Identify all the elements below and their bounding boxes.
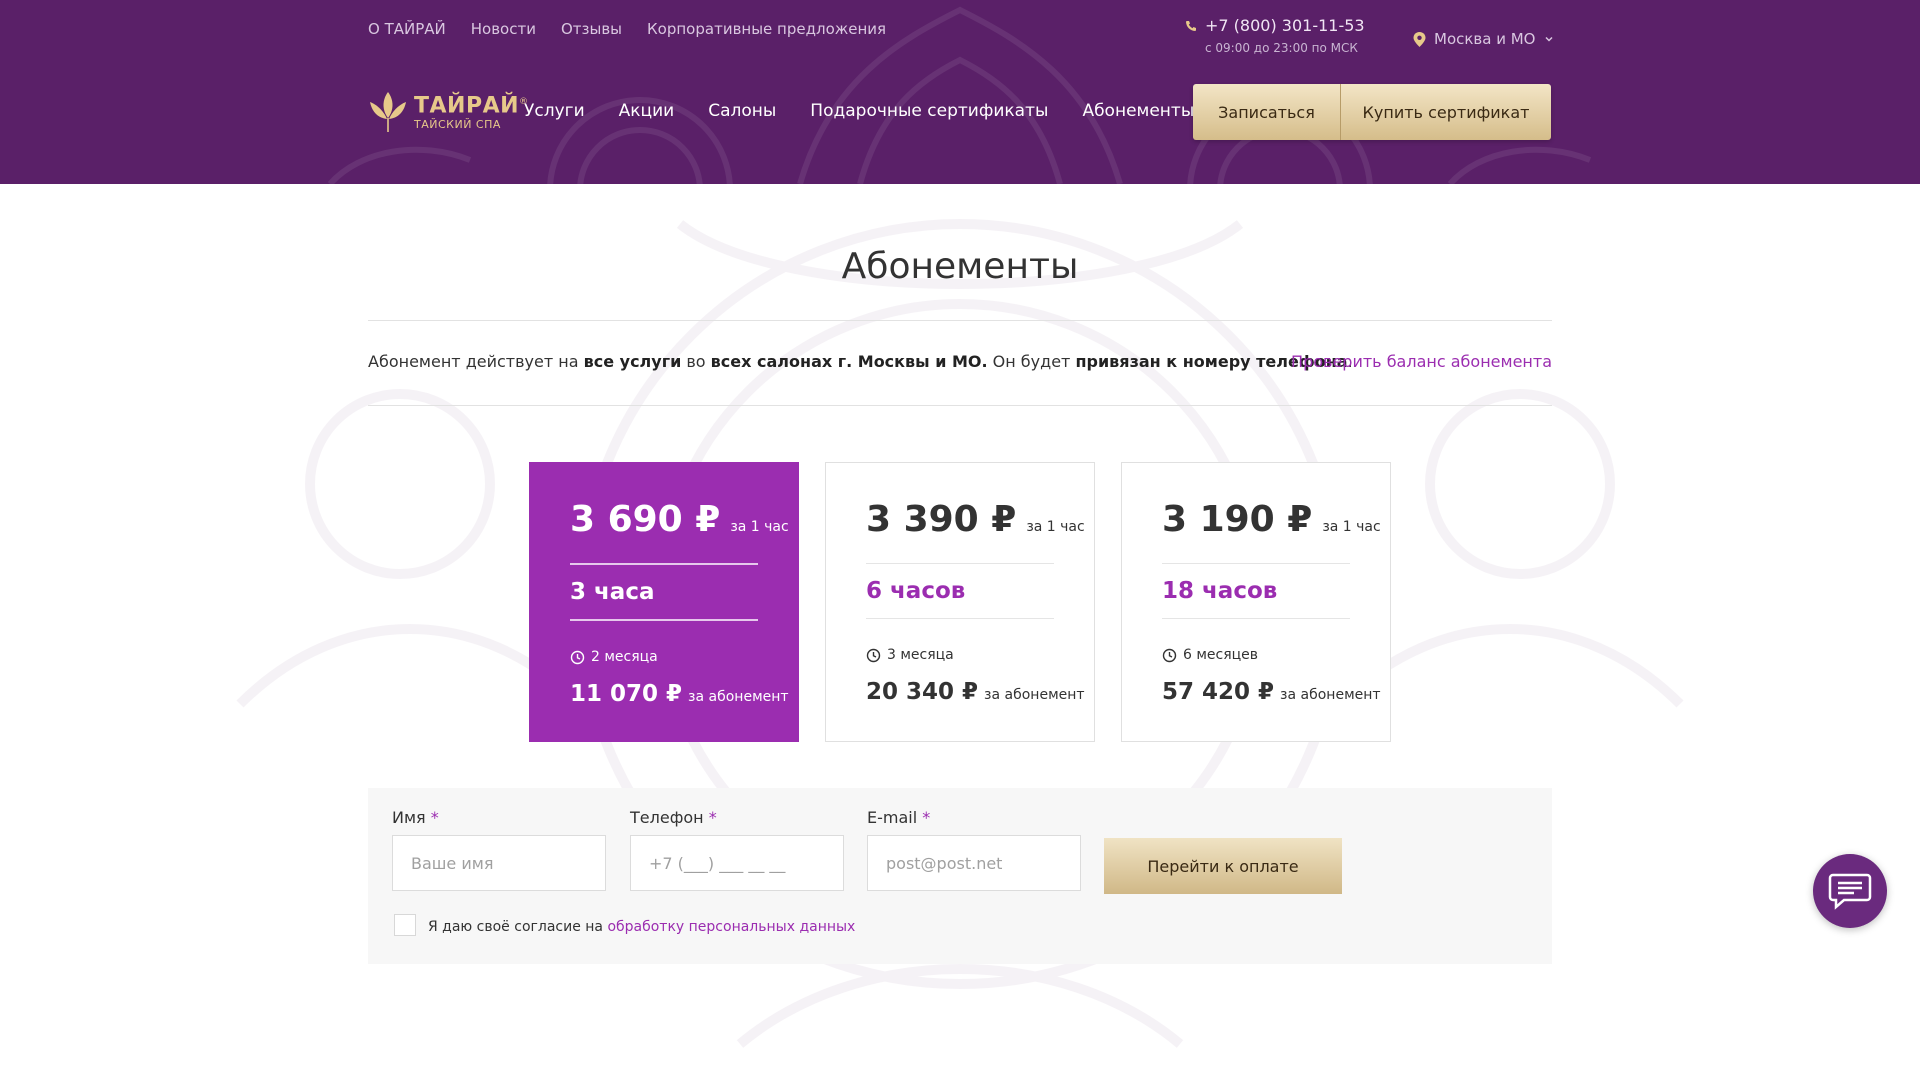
card-price-per: за 1 час [1026, 519, 1085, 535]
email-input[interactable] [867, 835, 1081, 891]
card-duration: 2 месяца [591, 649, 658, 665]
consent-text: Я даю своё согласие на [428, 918, 608, 935]
name-field-group: Имя * [392, 808, 606, 891]
required-mark: * [922, 808, 931, 827]
email-field-group: E-mail * [867, 808, 1081, 891]
divider-top [368, 320, 1552, 321]
phone-field-group: Телефон * [630, 808, 844, 891]
info-bold-salons: всех салонах г. Москвы и МО. [710, 352, 988, 371]
subscription-card-6h[interactable]: 3 390 ₽ за 1 час 6 часов 3 месяца 20 340 … [825, 462, 1095, 742]
site-header: О ТАЙРАЙ Новости Отзывы Корпоративные пр… [0, 0, 1920, 184]
required-mark: * [430, 808, 439, 827]
subscription-info: Абонемент действует на все услуги во все… [368, 352, 1353, 371]
working-hours: с 09:00 до 23:00 по МСК [1205, 41, 1358, 55]
card-divider [866, 618, 1054, 619]
card-divider [1162, 618, 1350, 619]
lotus-logo-icon [370, 92, 406, 132]
info-text-2: во [681, 352, 711, 371]
card-total-per: за абонемент [984, 687, 1085, 703]
clock-icon [570, 650, 585, 664]
logo-subtitle: ТАЙСКИЙ СПА [414, 117, 501, 131]
phone-number[interactable]: +7 (800) 301-11-53 [1205, 16, 1365, 35]
logo-title: ТАЙРАЙ® [414, 93, 529, 119]
name-input[interactable] [392, 835, 606, 891]
subscription-card-3h[interactable]: 3 690 ₽ за 1 час 3 часа 2 месяца 11 070 ₽… [529, 462, 799, 742]
card-price: 3 390 ₽ [866, 499, 1017, 540]
mainnav-services[interactable]: Услуги [524, 101, 585, 121]
card-duration: 6 месяцев [1183, 647, 1259, 663]
card-hours: 6 часов [866, 578, 966, 604]
card-divider [866, 563, 1054, 564]
mainnav-gift-certificates[interactable]: Подарочные сертификаты [810, 101, 1048, 121]
card-divider [570, 563, 758, 565]
card-duration: 3 месяца [887, 647, 954, 663]
card-price-per: за 1 час [730, 519, 789, 535]
chat-icon [1828, 873, 1872, 910]
info-bold-services: все услуги [583, 352, 682, 371]
buy-certificate-button[interactable]: Купить сертификат [1341, 84, 1551, 140]
mainnav-salons[interactable]: Салоны [708, 101, 776, 121]
card-total-per: за абонемент [1280, 687, 1381, 703]
card-divider [1162, 563, 1350, 564]
info-text-3: Он будет [987, 352, 1076, 371]
topnav-corporate[interactable]: Корпоративные предложения [647, 20, 886, 38]
check-balance-link[interactable]: Проверить баланс абонемента [1291, 352, 1552, 371]
consent-label: Я даю своё согласие на обработку персона… [428, 916, 855, 935]
phone-icon [1186, 20, 1196, 31]
main-nav: Услуги Акции Салоны Подарочные сертифика… [524, 101, 1194, 121]
header-cta-group: Записаться Купить сертификат [1193, 84, 1551, 140]
name-label: Имя * [392, 808, 439, 827]
email-label: E-mail * [867, 808, 931, 827]
phone-block: +7 (800) 301-11-53 с 09:00 до 23:00 по М… [1185, 16, 1365, 55]
consent-checkbox[interactable] [394, 914, 416, 936]
mainnav-subscriptions[interactable]: Абонементы [1082, 101, 1194, 121]
mainnav-promotions[interactable]: Акции [619, 101, 675, 121]
card-hours: 3 часа [570, 579, 655, 605]
info-text-1: Абонемент действует на [368, 352, 584, 371]
card-total: 20 340 ₽ [866, 679, 979, 705]
clock-icon [866, 648, 881, 662]
top-nav: О ТАЙРАЙ Новости Отзывы Корпоративные пр… [368, 20, 886, 38]
card-total: 57 420 ₽ [1162, 679, 1275, 705]
divider-bottom [368, 405, 1552, 406]
subscription-card-18h[interactable]: 3 190 ₽ за 1 час 18 часов 6 месяцев 57 42… [1121, 462, 1391, 742]
region-selector[interactable]: Москва и МО [1413, 30, 1554, 48]
chat-button[interactable] [1813, 854, 1887, 928]
subscription-cards: 3 690 ₽ за 1 час 3 часа 2 месяца 11 070 ₽… [529, 462, 1391, 742]
phone-input[interactable] [630, 835, 844, 891]
card-divider [570, 619, 758, 621]
consent-row: Я даю своё согласие на обработку персона… [394, 914, 855, 936]
clock-icon [1162, 648, 1177, 662]
region-label: Москва и МО [1434, 30, 1536, 48]
privacy-policy-link[interactable]: обработку персональных данных [607, 919, 855, 935]
required-mark: * [708, 808, 717, 827]
card-hours: 18 часов [1162, 578, 1278, 604]
header-ornament [327, 6, 1592, 184]
card-total: 11 070 ₽ [570, 681, 683, 707]
card-total-per: за абонемент [688, 689, 789, 705]
logo[interactable]: ТАЙРАЙ® ТАЙСКИЙ СПА [368, 88, 529, 134]
location-pin-icon [1413, 31, 1426, 47]
topnav-about[interactable]: О ТАЙРАЙ [368, 20, 446, 38]
phone-label: Телефон * [630, 808, 717, 827]
topnav-news[interactable]: Новости [471, 20, 536, 38]
signup-button[interactable]: Записаться [1193, 84, 1341, 140]
chevron-down-icon [1544, 36, 1553, 42]
page-title: Абонементы [841, 246, 1079, 287]
card-price-per: за 1 час [1322, 519, 1381, 535]
proceed-to-payment-button[interactable]: Перейти к оплате [1104, 838, 1342, 894]
card-price: 3 690 ₽ [570, 499, 721, 540]
purchase-form: Имя * Телефон * E-mail * Перейти к оплат… [368, 788, 1552, 964]
topnav-reviews[interactable]: Отзывы [561, 20, 622, 38]
card-price: 3 190 ₽ [1162, 499, 1313, 540]
